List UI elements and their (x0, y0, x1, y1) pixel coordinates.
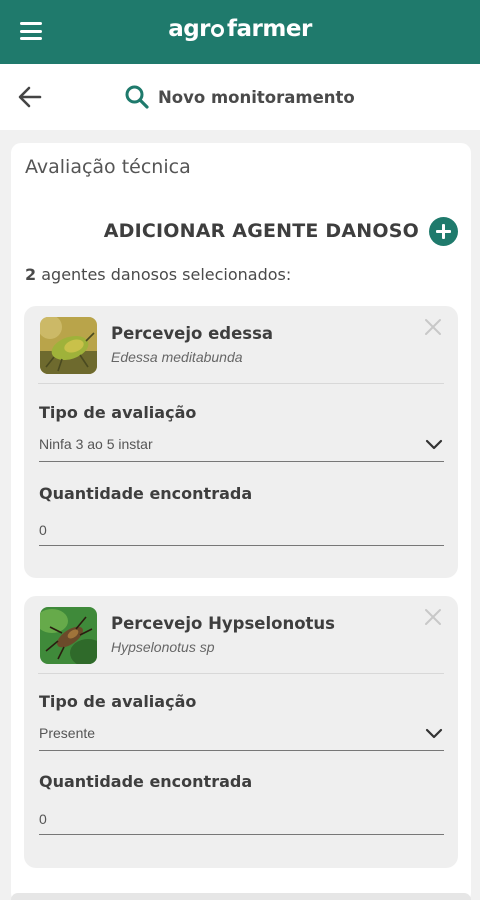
evaluation-type-select[interactable]: Ninfa 3 ao 5 instar (39, 432, 444, 462)
quantity-input[interactable]: 0 (39, 805, 444, 835)
page-title-group: Novo monitoramento (124, 83, 355, 111)
close-icon[interactable] (424, 318, 442, 336)
section-title: Avaliação técnica (25, 156, 191, 178)
selected-count-text: agentes danosos selecionados: (41, 265, 292, 284)
agent-scientific-name: Edessa meditabunda (111, 349, 243, 365)
evaluation-type-value: Ninfa 3 ao 5 instar (39, 436, 153, 452)
back-arrow-icon[interactable] (16, 83, 44, 111)
add-agent-row: ADICIONAR AGENTE DANOSO (0, 214, 458, 248)
evaluation-type-value: Presente (39, 725, 96, 741)
evaluation-type-label: Tipo de avaliação (39, 403, 197, 422)
selected-count: 2 agentes danosos selecionados: (25, 265, 291, 284)
agent-scientific-name: Hypselonotus sp (111, 639, 215, 655)
agent-card: Percevejo edessa Edessa meditabunda Tipo… (24, 306, 458, 578)
card-divider (38, 673, 444, 674)
agent-card: Percevejo Hypselonotus Hypselonotus sp T… (24, 596, 458, 868)
chevron-down-icon (425, 728, 443, 739)
quantity-label: Quantidade encontrada (39, 772, 253, 791)
next-card-edge (11, 893, 471, 900)
agent-name: Percevejo Hypselonotus (111, 614, 335, 633)
card-divider (38, 383, 444, 384)
close-icon[interactable] (424, 608, 442, 626)
search-icon (125, 85, 149, 109)
logo-leaf-icon (211, 24, 225, 37)
quantity-value: 0 (39, 522, 47, 538)
app-topbar: agr farmer (0, 0, 480, 64)
page-title: Novo monitoramento (158, 87, 355, 107)
agent-name: Percevejo edessa (111, 324, 274, 343)
logo-text-left: agr (168, 16, 211, 42)
logo-text-right: farmer (227, 16, 312, 42)
evaluation-type-label: Tipo de avaliação (39, 692, 197, 711)
agent-thumbnail (40, 317, 97, 374)
quantity-value: 0 (39, 811, 47, 827)
add-circle-icon[interactable] (429, 216, 458, 246)
chevron-down-icon (425, 439, 443, 450)
quantity-input[interactable]: 0 (39, 516, 444, 546)
selected-count-number: 2 (25, 265, 37, 284)
evaluation-type-select[interactable]: Presente (39, 721, 444, 751)
app-logo: agr farmer (0, 16, 480, 42)
quantity-label: Quantidade encontrada (39, 484, 253, 503)
agent-thumbnail (40, 607, 97, 664)
add-agent-label[interactable]: ADICIONAR AGENTE DANOSO (104, 220, 419, 242)
